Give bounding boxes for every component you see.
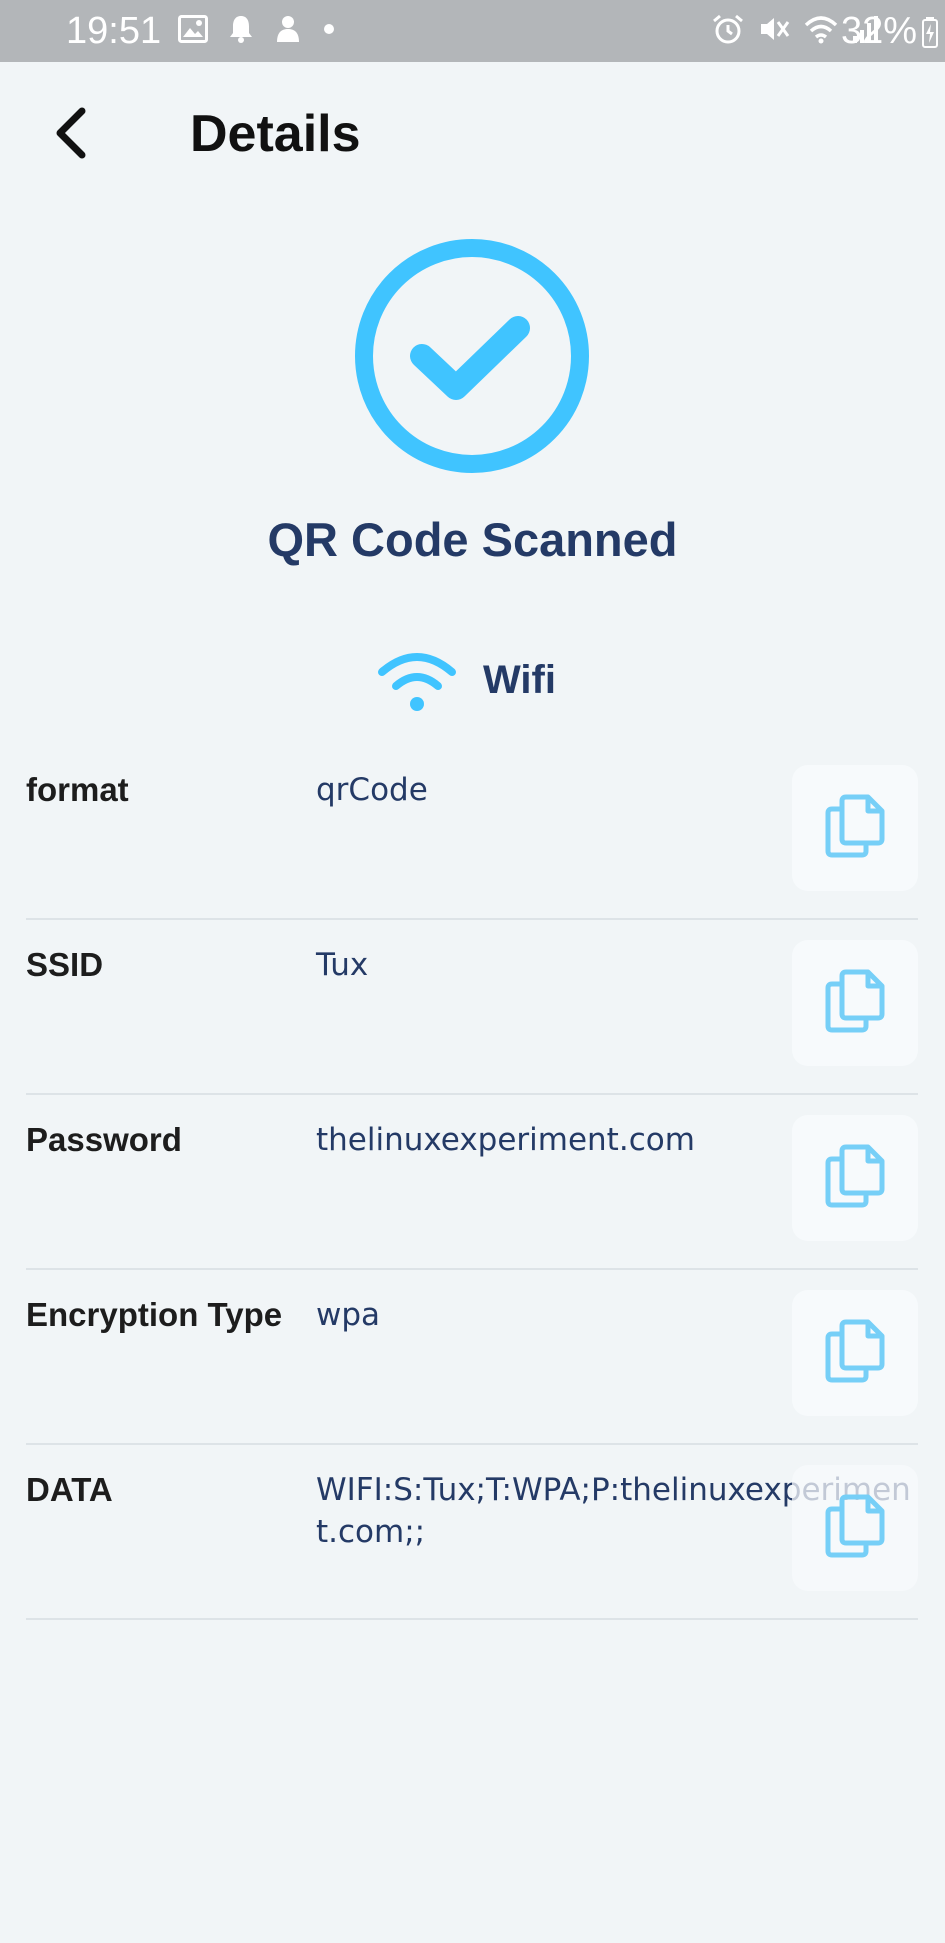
check-circle-icon (352, 236, 592, 476)
bell-icon (228, 14, 254, 49)
details-list: format qrCode SSID Tux Password thelinux… (26, 745, 918, 1620)
battery-icon (921, 16, 939, 53)
detail-row-data: DATA WIFI:S:Tux;T:WPA;P:thelinuxexperime… (26, 1445, 918, 1620)
copy-icon (822, 968, 888, 1039)
chevron-left-icon (52, 107, 92, 164)
detail-row-format: format qrCode (26, 745, 918, 920)
battery-percent: 32% (840, 10, 917, 52)
back-button[interactable] (44, 100, 100, 170)
image-icon (178, 14, 208, 48)
copy-button[interactable] (792, 1115, 918, 1241)
dot-icon (322, 22, 336, 41)
result-type: Wifi (0, 648, 945, 714)
result-type-label: Wifi (483, 658, 556, 702)
status-time: 19:51 (66, 10, 162, 52)
status-bar: 19:51 32% (0, 0, 945, 62)
detail-label: DATA (26, 1471, 113, 1508)
detail-row-encryption-type: Encryption Type wpa (26, 1270, 918, 1445)
app-notification-icon (274, 14, 302, 49)
detail-row-password: Password thelinuxexperiment.com (26, 1095, 918, 1270)
detail-label: Encryption Type (26, 1296, 283, 1333)
copy-icon (822, 793, 888, 864)
app-bar: Details (0, 62, 945, 210)
alarm-icon (711, 13, 745, 50)
copy-button[interactable] (792, 1465, 918, 1591)
copy-button[interactable] (792, 940, 918, 1066)
detail-label: SSID (26, 946, 104, 983)
copy-button[interactable] (792, 1290, 918, 1416)
copy-icon (822, 1493, 888, 1564)
mute-icon (757, 13, 791, 50)
copy-icon (822, 1143, 888, 1214)
detail-label: Password (26, 1121, 182, 1158)
copy-button[interactable] (792, 765, 918, 891)
wifi-status-icon (803, 14, 839, 49)
copy-icon (822, 1318, 888, 1389)
wifi-icon (376, 652, 458, 712)
detail-row-ssid: SSID Tux (26, 920, 918, 1095)
detail-label: format (26, 771, 129, 808)
scan-result-title: QR Code Scanned (267, 513, 678, 566)
page-title: Details (190, 105, 361, 163)
